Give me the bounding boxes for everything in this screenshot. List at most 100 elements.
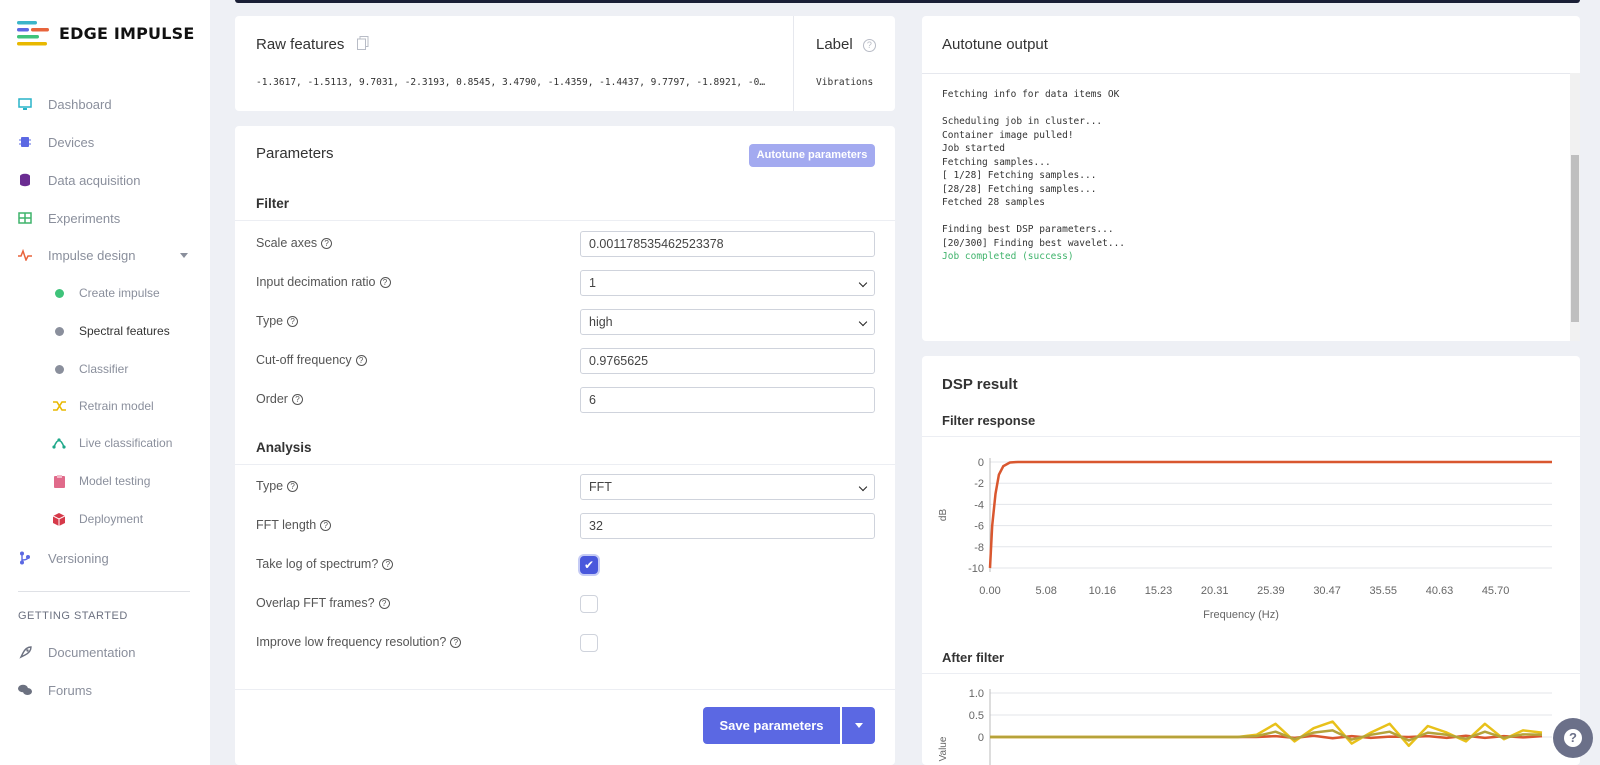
overlap-fft-checkbox[interactable] (580, 595, 598, 613)
sidebar-item-forums[interactable]: Forums (0, 675, 210, 705)
analysis-type-select[interactable]: FFT (580, 474, 875, 500)
sidebar-item-data-acquisition[interactable]: Data acquisition (0, 165, 210, 195)
rocket-icon (18, 645, 32, 659)
raw-features-title: Raw features (256, 36, 369, 54)
field-label-text: Overlap FFT frames? (256, 596, 375, 610)
filter-type-label: Type? (256, 314, 299, 328)
fft-length-label: FFT length? (256, 518, 332, 532)
field-label-text: Scale axes (256, 236, 318, 250)
sidebar-item-devices[interactable]: Devices (0, 127, 210, 157)
help-icon[interactable]: ? (355, 355, 367, 367)
parameters-card: Parameters Autotune parameters Filter Sc… (235, 126, 895, 765)
y-tick-label: 0 (978, 457, 984, 469)
console-scrollbar[interactable] (1570, 73, 1580, 341)
scale-axes-input[interactable]: 0.001178535462523378 (580, 231, 875, 257)
chevron-down-icon[interactable] (180, 252, 188, 258)
console-scrollbar-thumb[interactable] (1571, 155, 1579, 322)
fft-length-row: FFT length? 32 (235, 511, 895, 541)
sidebar-subitem-create-impulse[interactable]: Create impulse (0, 278, 210, 308)
analysis-heading: Analysis (256, 440, 312, 455)
y-tick-label: -6 (974, 521, 984, 533)
sidebar-item-label: Spectral features (79, 324, 170, 338)
x-tick-label: 15.23 (1145, 585, 1173, 597)
improve-low-freq-checkbox[interactable] (580, 634, 598, 652)
filter-heading: Filter (256, 196, 290, 211)
raw-features-title-text: Raw features (256, 36, 345, 53)
sidebar-item-impulse-design[interactable]: Impulse design (0, 240, 210, 270)
sidebar-item-label: Impulse design (48, 247, 136, 263)
help-icon[interactable]: ? (378, 598, 390, 610)
divider (922, 673, 1580, 674)
top-accent-bar (235, 0, 1580, 3)
raw-features-card: Raw features -1.3617, -1.5113, 9.7031, -… (235, 16, 895, 111)
raw-features-values: -1.3617, -1.5113, 9.7031, -2.3193, 0.854… (256, 77, 766, 88)
console-line: Scheduling job in cluster... (942, 116, 1103, 127)
x-tick-label: 10.16 (1089, 585, 1117, 597)
scale-axes-row: Scale axes? 0.001178535462523378 (235, 229, 895, 259)
sidebar: EDGE IMPULSE Dashboard Devices Data acqu… (0, 0, 210, 765)
sidebar-item-experiments[interactable]: Experiments (0, 203, 210, 233)
help-button[interactable]: ? (1553, 718, 1593, 758)
cutoff-frequency-row: Cut-off frequency? 0.9765625 (235, 346, 895, 376)
dot-gray-icon (52, 324, 66, 338)
field-label-text: Cut-off frequency (256, 353, 352, 367)
help-icon[interactable]: ? (862, 38, 876, 52)
logo[interactable]: EDGE IMPULSE (17, 20, 195, 46)
y-tick-label: 1.0 (969, 688, 984, 700)
console-line: [20/300] Finding best wavelet... (942, 237, 1126, 249)
sidebar-item-versioning[interactable]: Versioning (0, 543, 210, 573)
sidebar-subitem-retrain-model[interactable]: Retrain model (0, 391, 210, 421)
console-lines: Fetching info for data items OK Scheduli… (942, 88, 1552, 250)
sidebar-item-label: Retrain model (79, 399, 154, 413)
fft-length-input[interactable]: 32 (580, 513, 875, 539)
sidebar-item-documentation[interactable]: Documentation (0, 637, 210, 667)
sidebar-subitem-deployment[interactable]: Deployment (0, 504, 210, 534)
help-icon[interactable]: ? (320, 520, 332, 532)
sidebar-subitem-model-testing[interactable]: Model testing (0, 466, 210, 496)
sidebar-item-label: Devices (48, 134, 95, 150)
filter-type-select[interactable]: high (580, 309, 875, 335)
console-line: [ 1/28] Fetching samples... (942, 170, 1097, 181)
take-log-checkbox[interactable]: ✔ (580, 556, 598, 574)
order-input[interactable]: 6 (580, 387, 875, 413)
save-options-dropdown[interactable] (842, 707, 875, 744)
sidebar-item-label: Experiments (48, 210, 121, 226)
copy-icon[interactable] (356, 36, 369, 54)
sidebar-subitem-classifier[interactable]: Classifier (0, 354, 210, 384)
x-tick-label: 5.08 (1035, 585, 1056, 597)
improve-low-freq-label: Improve low frequency resolution?? (256, 635, 462, 649)
y-tick-label: -8 (974, 542, 984, 554)
sidebar-item-dashboard[interactable]: Dashboard (0, 89, 210, 119)
console-line: Fetched 28 samples (942, 197, 1045, 208)
dot-green-icon (52, 286, 66, 300)
autotune-parameters-button[interactable]: Autotune parameters (749, 144, 875, 167)
sidebar-item-label: Versioning (48, 550, 109, 566)
cutoff-frequency-label: Cut-off frequency? (256, 353, 367, 367)
sidebar-item-label: Dashboard (48, 96, 112, 112)
help-icon[interactable]: ? (450, 637, 462, 649)
console-line: Finding best DSP parameters... (942, 224, 1114, 235)
help-icon[interactable]: ? (291, 394, 303, 406)
x-tick-label: 20.31 (1201, 585, 1229, 597)
divider (922, 436, 1580, 437)
take-log-row: Take log of spectrum?? ✔ (235, 550, 895, 580)
cutoff-frequency-input[interactable]: 0.9765625 (580, 348, 875, 374)
sidebar-item-label: Data acquisition (48, 172, 141, 188)
help-icon[interactable]: ? (379, 277, 391, 289)
help-icon[interactable]: ? (382, 559, 394, 571)
help-icon[interactable]: ? (321, 238, 333, 250)
autotune-console: Fetching info for data items OK Scheduli… (922, 73, 1572, 341)
sidebar-subitem-live-classification[interactable]: Live classification (0, 428, 210, 458)
analysis-type-label: Type? (256, 479, 299, 493)
x-tick-label: 35.55 (1370, 585, 1398, 597)
help-icon[interactable]: ? (287, 481, 299, 493)
save-parameters-button[interactable]: Save parameters (703, 707, 840, 744)
sidebar-divider (18, 591, 190, 592)
help-icon[interactable]: ? (287, 316, 299, 328)
sidebar-item-label: Create impulse (79, 286, 160, 300)
sidebar-subitem-spectral-features[interactable]: Spectral features (0, 316, 210, 346)
database-icon (18, 173, 32, 187)
input-decimation-select[interactable]: 1 (580, 270, 875, 296)
monitor-icon (18, 97, 32, 111)
